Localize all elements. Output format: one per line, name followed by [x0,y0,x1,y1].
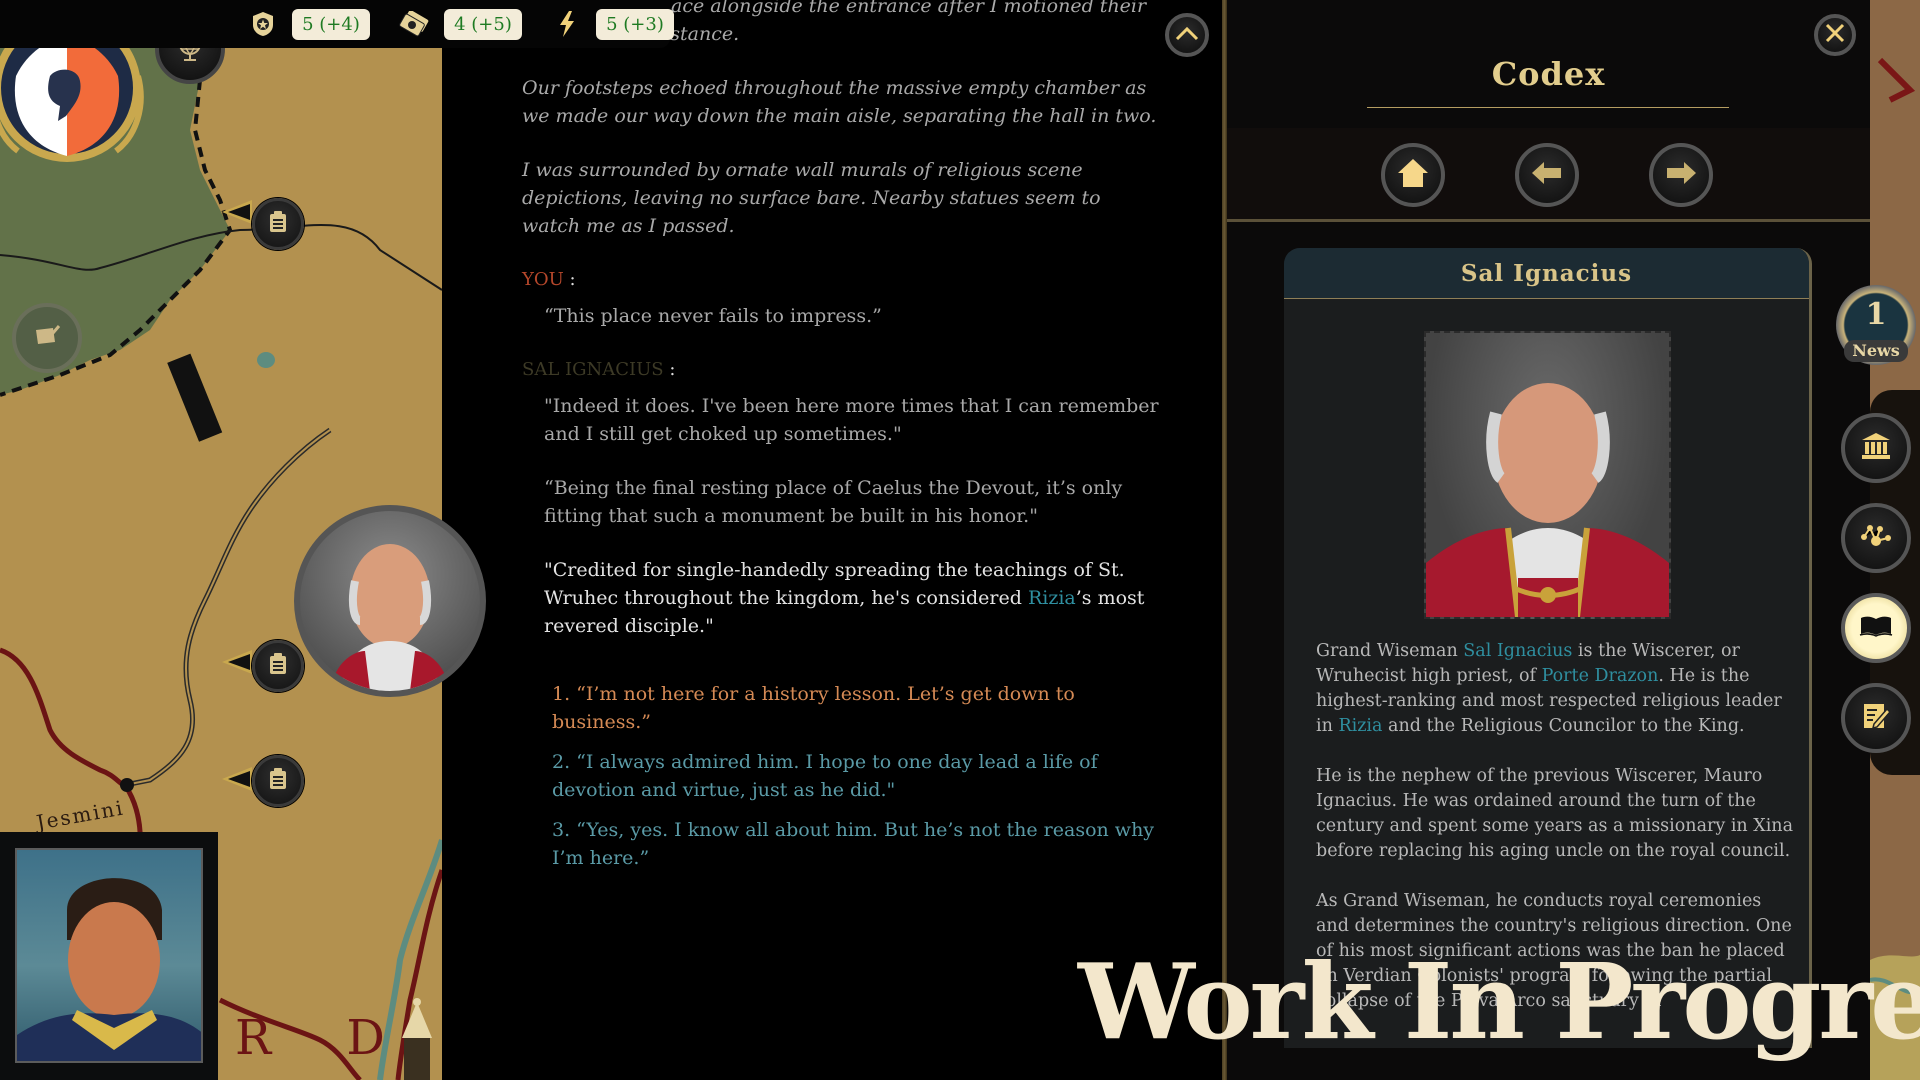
npc-line: “Being the final resting place of Caelus… [544,477,1123,527]
narration-paragraph: Our footsteps echoed throughout the mass… [522,77,1157,127]
npc-line: "Indeed it does. I've been here more tim… [544,395,1159,445]
arrow-left-icon [1532,162,1562,188]
dialogue-choices: 1. “I’m not here for a history lesson. L… [522,680,1162,872]
player-character-portrait [15,848,203,1063]
stat-energy-value: 5 (+3) [596,9,674,40]
speaker-npc: SAL IGNACIUS : [522,359,676,380]
codex-entry-card: Sal Ignacius Grand Wiseman Sal Ignacius … [1284,248,1812,1048]
home-icon [1397,158,1429,192]
news-count: 1 [1865,297,1887,332]
player-line: “This place never fails to impress.” [544,305,882,327]
work-in-progress-watermark: Work In Progress [1078,940,1920,1063]
map-event-pin[interactable] [252,198,304,250]
map-label-region: R D [235,1010,415,1066]
speaker-name: YOU [522,269,564,290]
speaker-player: YOU : [522,269,576,290]
speaker-portrait [294,505,486,697]
network-button[interactable] [1841,503,1911,573]
map-event-pin[interactable] [252,755,304,807]
open-book-icon [1859,615,1893,641]
codex-link-rizia[interactable]: Rizia [1028,587,1076,609]
codex-entry-portrait [1424,331,1671,619]
dialogue-choice-3[interactable]: 3. “Yes, yes. I know all about him. But … [552,816,1162,872]
codex-nav-bar [1227,128,1870,222]
codex-link-porte-drazon[interactable]: Porte Drazon [1542,666,1659,686]
codex-close-button[interactable] [1814,14,1856,56]
text-span: Grand Wiseman [1316,641,1464,661]
codex-back-button[interactable] [1515,143,1579,207]
clipboard-icon [269,653,287,679]
scroll-quill-icon [33,324,61,352]
codex-forward-button[interactable] [1649,143,1713,207]
city-marker [120,778,134,792]
codex-button[interactable] [1841,593,1911,663]
codex-link-sal-ignacius[interactable]: Sal Ignacius [1463,641,1572,661]
npc-line: "Credited for single-handedly spreading … [522,556,1162,640]
dialogue-text: …ace alongside the entrance after I moti… [522,0,1162,884]
codex-home-button[interactable] [1381,143,1445,207]
speaker-name: SAL IGNACIUS [522,359,664,380]
dialogue-choice-2[interactable]: 2. “I always admired him. I hope to one … [552,748,1162,804]
news-button[interactable]: 1 News [1836,285,1916,365]
landmark-block [167,353,223,442]
codex-paragraph: He is the nephew of the previous Wiscere… [1316,766,1794,861]
sanctuary-landmark[interactable] [392,998,442,1080]
journal-button[interactable] [1841,683,1911,753]
codex-entry-title: Sal Ignacius [1284,248,1809,299]
codex-link-rizia[interactable]: Rizia [1338,716,1382,736]
codex-title: Codex [1491,55,1606,93]
chevron-up-icon [1175,26,1199,45]
arrow-right-icon [1666,162,1696,188]
network-nodes-icon [1860,523,1892,553]
clipboard-icon [269,211,287,237]
pin-pointer [222,767,252,791]
resource-bar: 5 (+4) 4 (+5) 5 (+3) [0,0,674,48]
map-event-pin[interactable] [252,640,304,692]
institution-icon [1861,432,1891,464]
badge-star-icon [249,10,277,38]
stat-influence-value: 5 (+4) [292,9,370,40]
pin-pointer [222,650,252,674]
scroll-up-button[interactable] [1165,13,1209,57]
player-character-card[interactable] [0,832,218,1080]
government-button[interactable] [1841,413,1911,483]
news-label: News [1844,340,1908,362]
narration-paragraph: I was surrounded by ornate wall murals o… [522,159,1101,237]
scroll-button[interactable] [12,303,82,373]
dialogue-choice-1[interactable]: 1. “I’m not here for a history lesson. L… [552,680,1162,736]
clipboard-icon [269,768,287,794]
pin-pointer [222,200,252,224]
stat-money-value: 4 (+5) [444,9,522,40]
close-icon [1825,23,1845,47]
notepad-pen-icon [1862,702,1892,734]
lightning-icon [553,10,581,38]
codex-paragraph: Grand Wiseman Sal Ignacius is the Wiscer… [1316,639,1796,739]
dialogue-panel: …ace alongside the entrance after I moti… [442,0,1225,1080]
money-icon [398,10,432,38]
title-divider [1367,107,1729,108]
text-span: and the Religious Councilor to the King. [1382,716,1745,736]
lake [257,352,275,368]
